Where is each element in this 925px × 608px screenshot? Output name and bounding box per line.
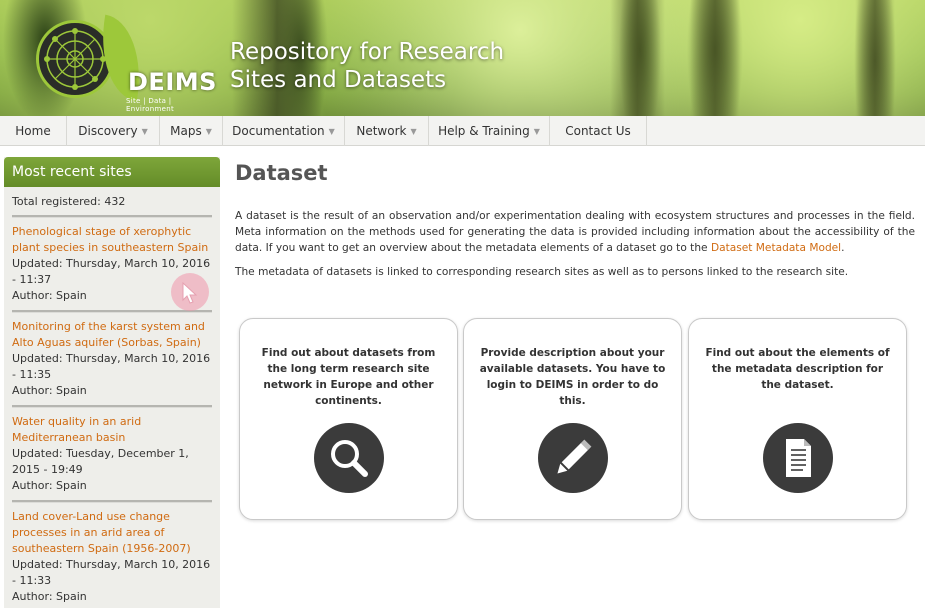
find-datasets-card[interactable]: Find out about datasets from the long te… xyxy=(239,318,458,520)
list-item: Monitoring of the karst system and Alto … xyxy=(4,313,220,405)
cursor-arrow-icon xyxy=(182,281,198,304)
main-nav: Home Discovery ▼ Maps ▼ Documentation ▼ Net… xyxy=(0,116,925,146)
search-icon[interactable] xyxy=(314,423,384,493)
logo-tagline: Site | Data | Environment xyxy=(126,97,174,113)
chevron-down-icon: ▼ xyxy=(141,127,148,136)
main-content: Dataset A dataset is the result of an ob… xyxy=(235,157,915,280)
nav-home[interactable]: Home xyxy=(0,116,67,146)
chevron-down-icon: ▼ xyxy=(328,127,335,136)
cursor-highlight xyxy=(171,273,209,311)
nav-label: Home xyxy=(15,124,51,138)
sidebar-heading: Most recent sites xyxy=(4,157,220,187)
site-title: Repository for Research Sites and Datase… xyxy=(230,38,504,94)
logo-text: DEIMS xyxy=(128,68,217,96)
chevron-down-icon: ▼ xyxy=(205,127,212,136)
intro-paragraph-2: The metadata of datasets is linked to co… xyxy=(235,266,849,278)
chevron-down-icon: ▼ xyxy=(410,127,417,136)
page-title: Dataset xyxy=(235,161,328,185)
site-author: Author: Spain xyxy=(12,590,87,603)
card-text: Find out about the elements of the metad… xyxy=(705,347,890,391)
nav-documentation[interactable]: Documentation ▼ xyxy=(223,116,345,146)
tree-trunk-decoration xyxy=(855,0,895,116)
site-author: Author: Spain xyxy=(12,479,87,492)
intro-end: . xyxy=(841,242,845,254)
site-author: Author: Spain xyxy=(12,384,87,397)
pencil-icon[interactable] xyxy=(538,423,608,493)
site-link[interactable]: Phenological stage of xerophytic plant s… xyxy=(12,224,212,256)
recent-sites-sidebar: Most recent sites Total registered: 432 … xyxy=(4,157,220,608)
intro-paragraph: A dataset is the result of an observatio… xyxy=(235,208,915,256)
site-updated: Updated: Thursday, March 10, 2016 - 11:3… xyxy=(12,558,211,587)
header-banner: DEIMS Site | Data | Environment Reposito… xyxy=(0,0,925,116)
nav-label: Contact Us xyxy=(565,124,631,138)
site-link[interactable]: Land cover-Land use change processes in … xyxy=(12,509,212,557)
provide-description-card[interactable]: Provide description about your available… xyxy=(463,318,682,520)
nav-network[interactable]: Network ▼ xyxy=(345,116,429,146)
site-title-line2: Sites and Datasets xyxy=(230,67,447,93)
nav-discovery[interactable]: Discovery ▼ xyxy=(67,116,160,146)
card-text: Find out about datasets from the long te… xyxy=(261,347,436,407)
chevron-down-icon: ▼ xyxy=(533,127,540,136)
tree-trunk-decoration xyxy=(690,0,740,116)
nav-label: Help & Training xyxy=(438,124,530,138)
document-icon[interactable] xyxy=(763,423,833,493)
deims-logo[interactable]: DEIMS Site | Data | Environment xyxy=(36,14,217,113)
nav-maps[interactable]: Maps ▼ xyxy=(160,116,223,146)
nav-help-training[interactable]: Help & Training ▼ xyxy=(429,116,550,146)
site-updated: Updated: Tuesday, December 1, 2015 - 19:… xyxy=(12,447,189,476)
site-link[interactable]: Water quality in an arid Mediterranean b… xyxy=(12,414,212,446)
site-link[interactable]: Monitoring of the karst system and Alto … xyxy=(12,319,212,351)
nav-label: Documentation xyxy=(232,124,325,138)
tree-trunk-decoration xyxy=(610,0,665,116)
nav-label: Discovery xyxy=(78,124,138,138)
list-item: Land cover-Land use change processes in … xyxy=(4,503,220,608)
metadata-elements-card[interactable]: Find out about the elements of the metad… xyxy=(688,318,907,520)
nav-label: Maps xyxy=(170,124,202,138)
nav-contact-us[interactable]: Contact Us xyxy=(550,116,647,146)
list-item: Water quality in an arid Mediterranean b… xyxy=(4,408,220,500)
total-registered: Total registered: 432 xyxy=(12,195,126,208)
site-updated: Updated: Thursday, March 10, 2016 - 11:3… xyxy=(12,352,211,381)
dataset-metadata-model-link[interactable]: Dataset Metadata Model xyxy=(711,242,841,254)
nav-label: Network xyxy=(356,124,407,138)
site-title-line1: Repository for Research xyxy=(230,39,505,65)
card-text: Provide description about your available… xyxy=(479,347,666,407)
